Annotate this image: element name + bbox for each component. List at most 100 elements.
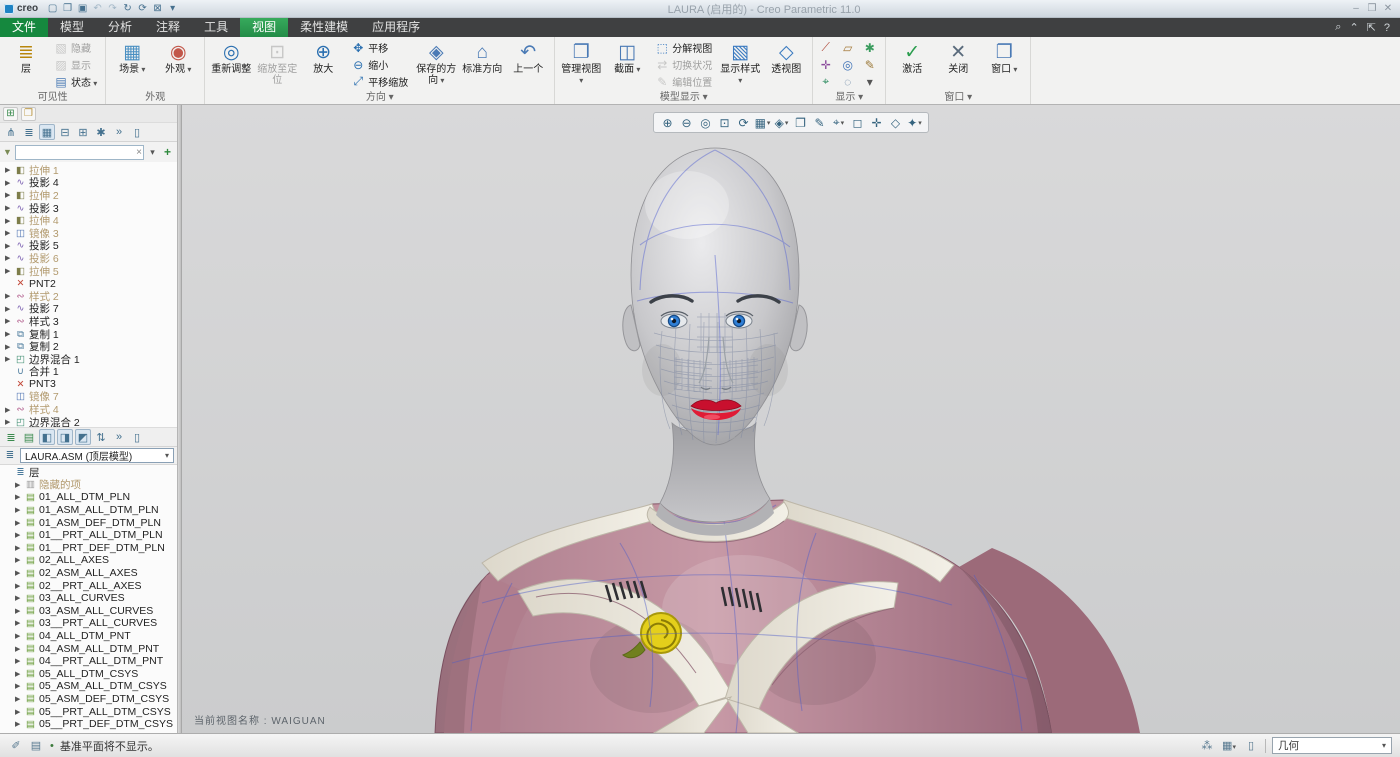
layer-tree-item[interactable]: ▤ 05__PRT_DEF_DTM_CSYS: [0, 718, 177, 731]
overflow-icon[interactable]: »: [111, 124, 127, 140]
close-icon[interactable]: ✕: [1380, 2, 1396, 16]
layer-tree-icon[interactable]: ≣: [3, 429, 19, 445]
sections-button[interactable]: ◫截面: [605, 39, 649, 91]
manage-views-button[interactable]: ❐管理视图: [559, 39, 603, 91]
tree-columns-icon[interactable]: ▦: [39, 124, 55, 140]
model-tree-item[interactable]: ∿ 投影 5: [0, 240, 177, 253]
standard-orientation-button[interactable]: ⌂标准方向: [460, 39, 504, 91]
undo-icon[interactable]: ↶: [90, 2, 105, 16]
tab-model[interactable]: 模型: [48, 18, 96, 37]
expander-icon[interactable]: [5, 267, 14, 275]
expander-icon[interactable]: [15, 582, 24, 590]
model-tree-item[interactable]: ✕ PNT3: [0, 378, 177, 391]
activate-button[interactable]: ✓激活: [890, 39, 934, 91]
view-manager-icon[interactable]: ❐: [792, 114, 809, 131]
expander-icon[interactable]: [15, 544, 24, 552]
model-tree-item[interactable]: ◧ 拉伸 4: [0, 214, 177, 227]
expander-icon[interactable]: [15, 632, 24, 640]
toggle-status-button[interactable]: ⇄切换状况: [651, 56, 716, 73]
layer-tree-item[interactable]: ▤ 03_ASM_ALL_CURVES: [0, 605, 177, 618]
previous-view-button[interactable]: ↶上一个: [506, 39, 550, 91]
repaint-icon[interactable]: ⟳: [135, 2, 150, 16]
expander-icon[interactable]: [5, 191, 14, 199]
expander-icon[interactable]: [15, 645, 24, 653]
axis-display-toggle[interactable]: ⟋: [817, 39, 837, 56]
display-style-icon[interactable]: ▦: [754, 114, 771, 131]
save-icon[interactable]: ▣: [75, 2, 90, 16]
perspective-icon[interactable]: ◇: [887, 114, 904, 131]
refit-icon[interactable]: ◎: [697, 114, 714, 131]
layer-item-icon[interactable]: ▤: [21, 429, 37, 445]
model-tree-item[interactable]: ∿ 投影 3: [0, 202, 177, 215]
expander-icon[interactable]: [15, 657, 24, 665]
expander-icon[interactable]: [5, 305, 14, 313]
show-layer-icon[interactable]: ◧: [39, 429, 55, 445]
message-area-icon[interactable]: ▤: [28, 739, 44, 752]
saved-orientations-icon[interactable]: ◈: [773, 114, 790, 131]
help-icon[interactable]: ?: [1384, 22, 1390, 34]
expander-icon[interactable]: [15, 506, 24, 514]
quick-access-options-icon[interactable]: ▾: [165, 2, 180, 16]
expander-icon[interactable]: [15, 670, 24, 678]
windows-button[interactable]: ❐窗口: [982, 39, 1026, 91]
expander-icon[interactable]: [15, 695, 24, 703]
scenes-button[interactable]: ▦场景: [110, 39, 154, 91]
appearances-button[interactable]: ◉外观: [156, 39, 200, 91]
model-tree-item[interactable]: ⧉ 复制 1: [0, 328, 177, 341]
model-tree-item[interactable]: ◫ 镜像 7: [0, 391, 177, 404]
expander-icon[interactable]: [15, 481, 24, 489]
layer-tree-item[interactable]: ▤ 05__PRT_ALL_DTM_CSYS: [0, 705, 177, 718]
tab-file[interactable]: 文件: [0, 18, 48, 37]
minimize-ribbon-icon[interactable]: ⌃: [1349, 21, 1358, 34]
zoom-out-icon[interactable]: ⊖: [678, 114, 695, 131]
tab-applications[interactable]: 应用程序: [360, 18, 432, 37]
zoom-out-button[interactable]: ⊖缩小: [347, 56, 412, 73]
expander-icon[interactable]: [5, 330, 14, 338]
expander-icon[interactable]: [5, 343, 14, 351]
zoom-in-button[interactable]: ⊕放大: [301, 39, 345, 91]
expander-icon[interactable]: [5, 317, 14, 325]
layer-tree-item[interactable]: ▥ 隐藏的项: [0, 479, 177, 492]
expander-icon[interactable]: [5, 418, 14, 426]
collapse-all-icon[interactable]: ⊟: [57, 124, 73, 140]
display-style-button[interactable]: ▧显示样式: [718, 39, 762, 91]
expander-icon[interactable]: [15, 594, 24, 602]
layers-button[interactable]: ≣层: [4, 39, 48, 91]
panel-doc-icon[interactable]: ▯: [129, 429, 145, 445]
datum-display-filters-icon[interactable]: ⌖: [830, 114, 847, 131]
model-tree-item[interactable]: ∾ 样式 2: [0, 290, 177, 303]
filter-add-button[interactable]: +: [161, 145, 174, 159]
expander-icon[interactable]: [15, 607, 24, 615]
expander-icon[interactable]: [5, 406, 14, 414]
layer-tree-item[interactable]: ▤ 04_ASM_ALL_DTM_PNT: [0, 642, 177, 655]
expander-icon[interactable]: [5, 229, 14, 237]
tab-tools[interactable]: 工具: [192, 18, 240, 37]
refit-button[interactable]: ◎重新调整: [209, 39, 253, 91]
isolate-layer-icon[interactable]: ◨: [57, 429, 73, 445]
annotation-display-icon[interactable]: ◻: [849, 114, 866, 131]
saved-orientations-button[interactable]: ◈保存的方向: [414, 39, 458, 91]
maximize-icon[interactable]: ❒: [1364, 2, 1380, 16]
expander-icon[interactable]: [5, 355, 14, 363]
layer-tree-item[interactable]: ▤ 04__PRT_ALL_DTM_PNT: [0, 655, 177, 668]
expander-icon[interactable]: [5, 292, 14, 300]
model-tree-item[interactable]: ∿ 投影 6: [0, 252, 177, 265]
model-tree-item[interactable]: ◧ 拉伸 2: [0, 189, 177, 202]
sketch-display-icon[interactable]: ✎: [811, 114, 828, 131]
annotation-display-toggle[interactable]: ◎: [839, 56, 859, 73]
panel-doc-icon[interactable]: ▯: [129, 124, 145, 140]
open-file-icon[interactable]: ❐: [60, 2, 75, 16]
regenerate-icon[interactable]: ↻: [120, 2, 135, 16]
close-window-icon[interactable]: ⊠: [150, 2, 165, 16]
display-filter-icon[interactable]: ▦: [1221, 739, 1237, 752]
layer-tree-root[interactable]: ≣ 层: [0, 466, 177, 479]
model-tree-item[interactable]: ✕ PNT2: [0, 277, 177, 290]
close-window-button[interactable]: ✕关闭: [936, 39, 980, 91]
perspective-button[interactable]: ◇透视图: [764, 39, 808, 91]
filter-dropdown-icon[interactable]: ▾: [147, 147, 158, 158]
show-tree-icon[interactable]: ⋔: [3, 124, 19, 140]
expander-icon[interactable]: [5, 242, 14, 250]
layer-tree-item[interactable]: ▤ 04_ALL_DTM_PNT: [0, 630, 177, 643]
spin-center-toggle[interactable]: ✱: [861, 39, 881, 56]
layer-tree-item[interactable]: ▤ 03_ALL_CURVES: [0, 592, 177, 605]
